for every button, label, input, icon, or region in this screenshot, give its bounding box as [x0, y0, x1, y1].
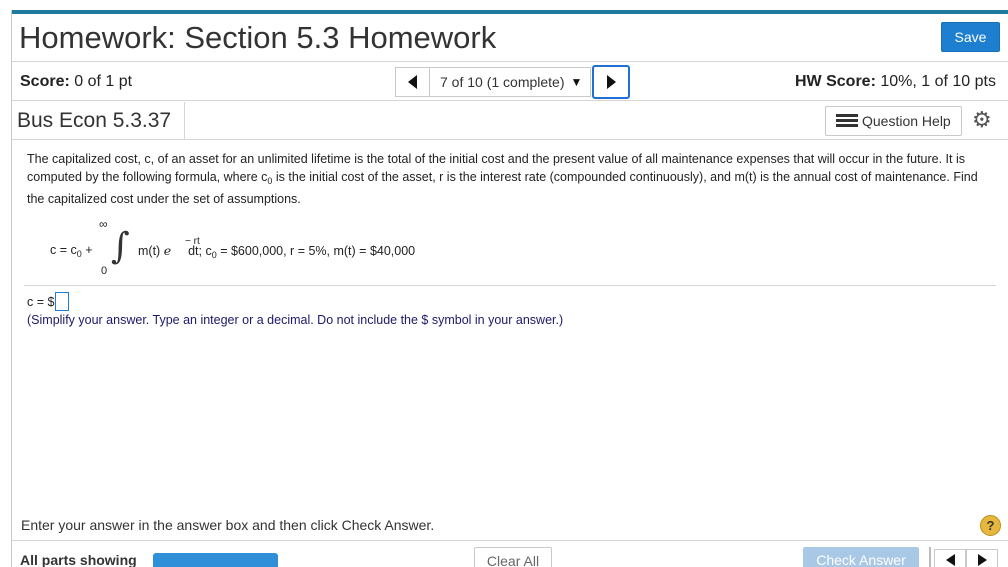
answer-prefix: c = $ — [27, 294, 55, 309]
arrow-left-icon — [408, 75, 417, 89]
next-question-button[interactable] — [592, 65, 630, 99]
content-divider — [24, 285, 996, 286]
bottom-hint: Enter your answer in the answer box and … — [21, 517, 435, 533]
parts-progress-bar — [153, 553, 278, 567]
hw-score: HW Score: 10%, 1 of 10 pts — [795, 73, 996, 91]
arrow-right-icon — [606, 75, 616, 89]
score-value: 0 of 1 pt — [74, 73, 133, 90]
hw-score-label: HW Score: — [795, 73, 876, 90]
list-icon — [836, 114, 858, 128]
question-help-button[interactable]: Question Help — [825, 106, 962, 136]
answer-instructions: (Simplify your answer. Type an integer o… — [27, 313, 564, 327]
title-row: Homework: Section 5.3 Homework Save — [12, 14, 1008, 62]
question-id-divider — [184, 102, 185, 139]
answer-row: c = $ — [27, 292, 70, 311]
score: Score: 0 of 1 pt — [20, 73, 132, 91]
arrow-left-icon — [945, 553, 955, 566]
integral-upper-limit: ∞ — [99, 217, 108, 231]
question-select[interactable]: 7 of 10 (1 complete) ▼ — [429, 67, 591, 97]
formula-integrand: m(t) e dt; c0 = $600,000, r = 5%, m(t) = … — [138, 243, 416, 260]
question-statement: The capitalized cost, c, of an asset for… — [27, 152, 978, 206]
question-help-label: Question Help — [862, 113, 951, 129]
question-content: The capitalized cost, c, of an asset for… — [27, 150, 992, 208]
footer-previous-button[interactable] — [934, 549, 966, 567]
page-title: Homework: Section 5.3 Homework — [19, 20, 497, 55]
help-icon[interactable]: ? — [980, 515, 1001, 536]
footer-separator — [929, 547, 931, 567]
gear-icon[interactable]: ⚙ — [972, 109, 992, 131]
question-select-value: 7 of 10 (1 complete) — [440, 74, 565, 90]
score-label: Score: — [20, 73, 70, 90]
integral-sign-icon: ∫ — [111, 226, 130, 267]
capitalized-cost-formula: c = c0 + ∞ ∫ 0 m(t) e dt; c0 = $600,000, … — [24, 214, 624, 278]
score-row: Score: 0 of 1 pt 7 of 10 (1 complete) ▼ … — [12, 63, 1008, 101]
arrow-right-icon — [977, 553, 987, 566]
caret-down-icon: ▼ — [570, 75, 583, 89]
previous-question-button[interactable] — [395, 67, 429, 97]
footer-bar: All parts showing Clear All Check Answer — [12, 540, 1008, 567]
answer-input[interactable] — [55, 292, 70, 311]
question-header-row: Bus Econ 5.3.37 Question Help ⚙ — [12, 102, 1008, 140]
check-answer-button[interactable]: Check Answer — [803, 547, 919, 567]
clear-all-button[interactable]: Clear All — [474, 547, 552, 567]
integral-lower-limit: 0 — [101, 265, 108, 277]
footer-next-button[interactable] — [966, 549, 998, 567]
save-button[interactable]: Save — [941, 22, 1000, 52]
formula-exponent: − rt — [185, 236, 200, 247]
formula-lhs: c = c0 + — [50, 243, 93, 259]
question-id: Bus Econ 5.3.37 — [17, 109, 172, 132]
parts-showing-label: All parts showing — [20, 552, 137, 567]
hw-score-value: 10%, 1 of 10 pts — [880, 73, 996, 90]
